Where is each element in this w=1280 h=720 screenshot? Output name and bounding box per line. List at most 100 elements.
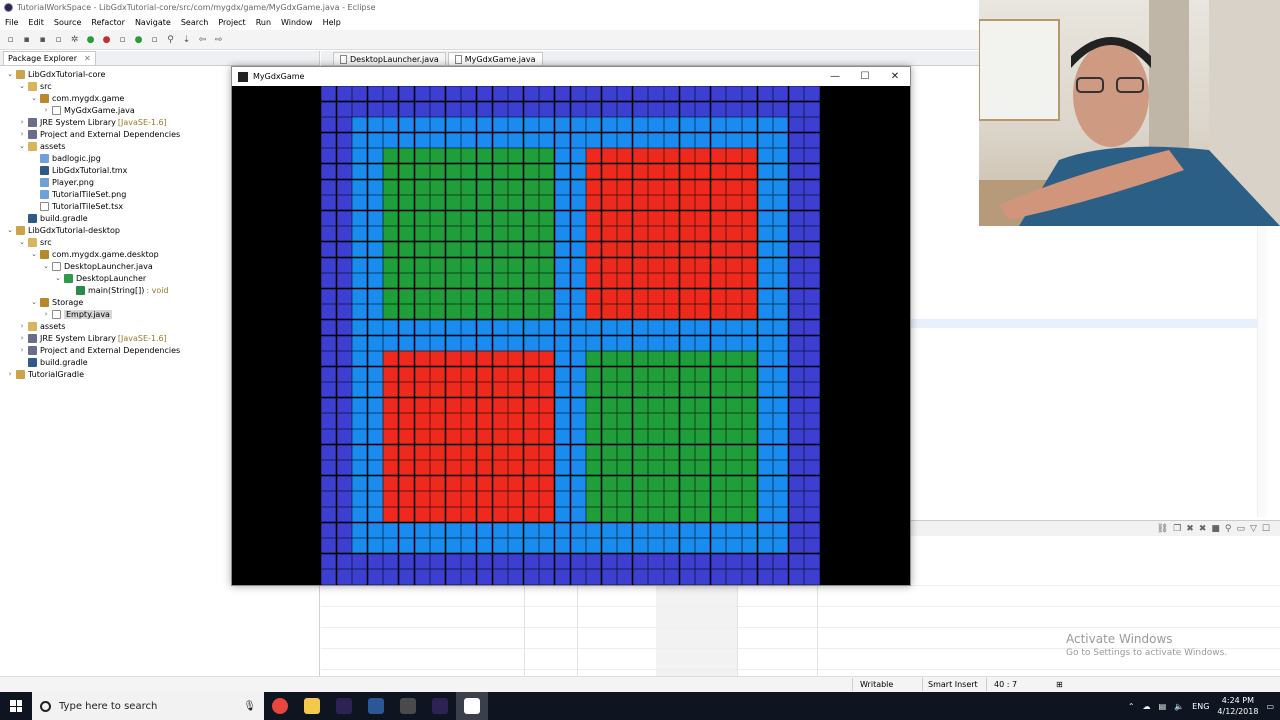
tile-green — [586, 397, 602, 413]
menu-item-source[interactable]: Source — [49, 18, 86, 27]
chevron-right-icon[interactable]: › — [18, 334, 26, 342]
tile-path — [570, 366, 586, 382]
remove-all-icon[interactable]: ✖ — [1199, 524, 1207, 534]
new-java-project-icon[interactable]: ▫ — [116, 33, 129, 46]
minimize-button[interactable]: — — [820, 71, 850, 82]
tile-path — [664, 538, 680, 554]
taskbar-app-libgdx-game[interactable] — [456, 692, 488, 720]
tile-green — [508, 163, 524, 180]
chevron-right-icon[interactable]: › — [18, 322, 26, 330]
chevron-right-icon[interactable]: › — [18, 130, 26, 138]
pin-icon[interactable]: ⚲ — [1225, 524, 1232, 534]
chevron-down-icon[interactable]: ⌄ — [18, 142, 26, 150]
maximize-view-icon[interactable]: ☐ — [1262, 524, 1270, 534]
tile-border — [788, 195, 804, 211]
tile-red — [445, 444, 461, 460]
search-icon[interactable]: ⚲ — [164, 33, 177, 46]
chevron-right-icon[interactable]: › — [18, 346, 26, 354]
tree-item-label: src — [40, 81, 52, 91]
maximize-button[interactable]: ☐ — [850, 71, 880, 82]
tile-border — [726, 553, 742, 569]
copy-icon[interactable]: ❐ — [1173, 524, 1181, 534]
tab-package-explorer[interactable]: Package Explorer ✕ — [3, 51, 96, 65]
chevron-down-icon[interactable]: ⌄ — [18, 238, 26, 246]
taskbar-app-obs[interactable] — [392, 692, 424, 720]
status-task-icon[interactable]: ⊞ — [1056, 680, 1063, 689]
menu-item-navigate[interactable]: Navigate — [130, 18, 176, 27]
tile-path — [352, 491, 368, 507]
minimize-view-icon[interactable]: ▭ — [1236, 524, 1245, 534]
chevron-right-icon[interactable]: › — [42, 106, 50, 114]
game-canvas[interactable] — [232, 86, 910, 585]
forward-icon[interactable]: ⇨ — [212, 33, 225, 46]
notification-icon[interactable]: ▭ — [1266, 702, 1274, 711]
save-all-icon[interactable]: ▪ — [36, 33, 49, 46]
chevron-right-icon[interactable]: › — [6, 370, 14, 378]
link-icon[interactable]: ⛓ — [1157, 524, 1168, 534]
tile-border — [788, 319, 804, 335]
taskbar-app-word[interactable] — [360, 692, 392, 720]
clock[interactable]: 4:24 PM 4/12/2018 — [1217, 695, 1258, 717]
new-class-icon[interactable]: ● — [132, 33, 145, 46]
chevron-right-icon[interactable]: › — [42, 310, 50, 318]
menu-item-refactor[interactable]: Refactor — [86, 18, 130, 27]
close-icon[interactable]: ✕ — [84, 54, 91, 63]
tile-green — [679, 429, 695, 445]
volume-icon[interactable]: 🔈 — [1174, 702, 1184, 711]
open-type-icon[interactable]: ▫ — [148, 33, 161, 46]
run-icon[interactable]: ● — [84, 33, 97, 46]
game-window-titlebar[interactable]: MyGdxGame — ☐ ✕ — [232, 67, 910, 86]
close-button[interactable]: ✕ — [880, 71, 910, 82]
tile-red — [398, 413, 415, 429]
back-icon[interactable]: ⇦ — [196, 33, 209, 46]
save-icon[interactable]: ▪ — [20, 33, 33, 46]
tile-border — [601, 569, 617, 585]
menu-item-edit[interactable]: Edit — [23, 18, 49, 27]
taskbar-app-eclipse[interactable] — [424, 692, 456, 720]
chevron-down-icon[interactable]: ⌄ — [42, 262, 50, 270]
chevron-up-icon[interactable]: ⌃ — [1128, 702, 1135, 711]
editor-tab[interactable]: MyGdxGame.java — [447, 52, 543, 65]
network-icon[interactable]: ▤ — [1159, 702, 1167, 711]
taskbar-app-chrome[interactable] — [264, 692, 296, 720]
editor-tab[interactable]: DesktopLauncher.java — [333, 52, 446, 65]
taskbar-search-box[interactable]: Type here to search 🎙 — [32, 692, 264, 720]
menu-item-search[interactable]: Search — [176, 18, 213, 27]
view-menu-icon[interactable]: ▽ — [1250, 524, 1257, 534]
next-annotation-icon[interactable]: ⇣ — [180, 33, 193, 46]
tile-path — [586, 319, 602, 335]
chevron-down-icon[interactable]: ⌄ — [30, 298, 38, 306]
menu-item-file[interactable]: File — [0, 18, 23, 27]
print-icon[interactable]: ▫ — [52, 33, 65, 46]
menu-item-help[interactable]: Help — [318, 18, 346, 27]
tile-red — [617, 226, 633, 242]
chevron-down-icon[interactable]: ⌄ — [6, 226, 14, 234]
start-button[interactable] — [0, 692, 32, 720]
chevron-right-icon[interactable]: › — [18, 118, 26, 126]
chevron-down-icon[interactable]: ⌄ — [6, 70, 14, 78]
debug-icon[interactable]: ✲ — [68, 33, 81, 46]
tile-green — [476, 241, 493, 258]
new-icon[interactable]: ▫ — [4, 33, 17, 46]
tile-red — [710, 179, 726, 195]
tile-border — [414, 101, 430, 117]
tile-red — [601, 148, 617, 164]
menu-item-project[interactable]: Project — [213, 18, 250, 27]
taskbar-app-eclipse[interactable] — [328, 692, 360, 720]
chevron-down-icon[interactable]: ⌄ — [18, 82, 26, 90]
chevron-down-icon[interactable]: ⌄ — [54, 274, 62, 282]
tile-green — [445, 195, 461, 211]
tile-border — [757, 86, 773, 102]
language-indicator[interactable]: ENG — [1192, 702, 1209, 711]
remove-icon[interactable]: ✖ — [1186, 524, 1194, 534]
chevron-down-icon[interactable]: ⌄ — [30, 250, 38, 258]
terminate-icon[interactable]: ■ — [1211, 524, 1220, 534]
onedrive-icon[interactable]: ☁ — [1143, 702, 1151, 711]
menu-item-window[interactable]: Window — [276, 18, 318, 27]
microphone-icon[interactable]: 🎙 — [243, 701, 256, 712]
tile-green — [679, 475, 695, 491]
chevron-down-icon[interactable]: ⌄ — [30, 94, 38, 102]
external-tools-icon[interactable]: ● — [100, 33, 113, 46]
taskbar-app-file-explorer[interactable] — [296, 692, 328, 720]
menu-item-run[interactable]: Run — [251, 18, 276, 27]
